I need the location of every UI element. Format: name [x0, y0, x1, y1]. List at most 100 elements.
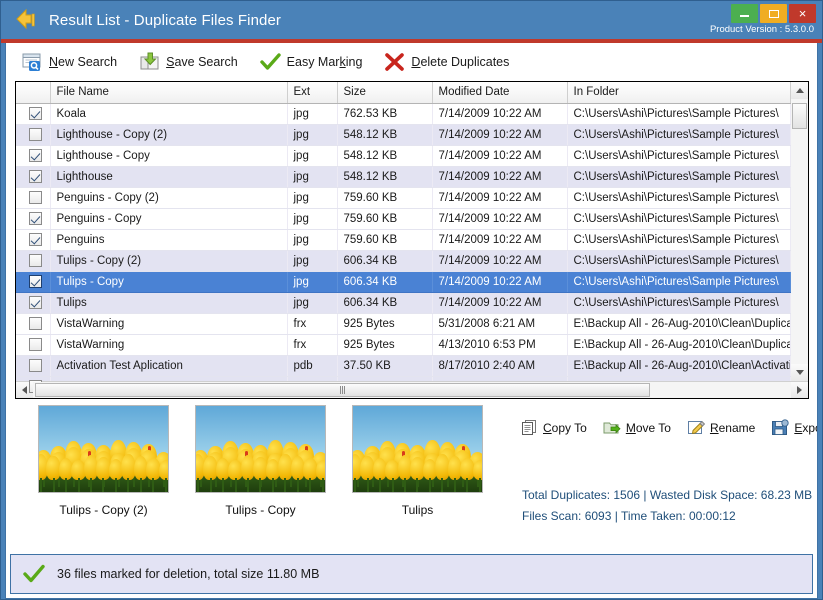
column-header-file-name[interactable]: File Name — [50, 82, 287, 103]
copy-icon — [520, 419, 538, 436]
cell-modified-date: 7/14/2009 10:22 AM — [432, 250, 567, 271]
row-checkbox[interactable] — [29, 212, 42, 225]
row-checkbox[interactable] — [29, 338, 42, 351]
column-header-check[interactable] — [16, 82, 50, 103]
cell-file-name: Penguins - Copy — [50, 208, 287, 229]
cell-file-name: Lighthouse - Copy — [50, 145, 287, 166]
minimize-button[interactable] — [731, 4, 758, 23]
cell-in-folder: C:\Users\Ashi\Pictures\Sample Pictures\ — [567, 145, 790, 166]
copy-to-button[interactable]: Copy To — [520, 419, 587, 436]
row-checkbox-cell[interactable] — [16, 334, 50, 355]
move-to-button[interactable]: Move To — [603, 419, 671, 436]
column-header-size[interactable]: Size — [337, 82, 432, 103]
move-to-label: Move To — [626, 421, 671, 435]
vertical-scroll-thumb[interactable] — [792, 103, 807, 129]
row-checkbox-cell[interactable] — [16, 292, 50, 313]
row-checkbox[interactable] — [29, 275, 42, 288]
cell-in-folder: C:\Users\Ashi\Pictures\Sample Pictures\ — [567, 124, 790, 145]
table-row[interactable]: VistaWarningfrx925 Bytes4/13/2010 6:53 P… — [16, 334, 790, 355]
close-button[interactable]: × — [789, 4, 816, 23]
cell-ext: jpg — [287, 292, 337, 313]
cell-ext: jpg — [287, 250, 337, 271]
vertical-scrollbar[interactable] — [791, 82, 808, 381]
results-table: File Name Ext Size Modified Date In Fold… — [16, 82, 791, 398]
vertical-scroll-track[interactable] — [791, 99, 808, 364]
cell-in-folder: E:\Backup All - 26-Aug-2010\Clean\Duplic… — [567, 313, 790, 334]
table-row[interactable]: Lighthouse - Copyjpg548.12 KB7/14/2009 1… — [16, 145, 790, 166]
thumbnail-image[interactable] — [38, 405, 169, 493]
row-checkbox-cell[interactable] — [16, 187, 50, 208]
scroll-down-button[interactable] — [791, 364, 808, 381]
row-checkbox[interactable] — [29, 128, 42, 141]
table-row[interactable]: Koalajpg762.53 KB7/14/2009 10:22 AMC:\Us… — [16, 103, 790, 124]
column-header-modified-date[interactable]: Modified Date — [432, 82, 567, 103]
table-row[interactable]: Tulips - Copyjpg606.34 KB7/14/2009 10:22… — [16, 271, 790, 292]
row-checkbox-cell[interactable] — [16, 355, 50, 376]
row-checkbox-cell[interactable] — [16, 166, 50, 187]
easy-marking-button[interactable]: Easy Marking — [260, 52, 363, 72]
green-check-icon — [23, 564, 45, 584]
column-header-ext[interactable]: Ext — [287, 82, 337, 103]
table-row[interactable]: Tulips - Copy (2)jpg606.34 KB7/14/2009 1… — [16, 250, 790, 271]
table-row[interactable]: Lighthousejpg548.12 KB7/14/2009 10:22 AM… — [16, 166, 790, 187]
row-checkbox-cell[interactable] — [16, 208, 50, 229]
row-checkbox-cell[interactable] — [16, 103, 50, 124]
thumbnail-item: Tulips - Copy (2) — [25, 405, 182, 550]
maximize-button[interactable] — [760, 4, 787, 23]
table-row[interactable]: Tulipsjpg606.34 KB7/14/2009 10:22 AMC:\U… — [16, 292, 790, 313]
delete-duplicates-button[interactable]: Delete Duplicates — [384, 52, 509, 72]
cell-file-name: Activation Test Aplication — [50, 355, 287, 376]
table-row[interactable]: Penguinsjpg759.60 KB7/14/2009 10:22 AMC:… — [16, 229, 790, 250]
horizontal-scrollbar[interactable] — [16, 381, 808, 398]
column-header-in-folder[interactable]: In Folder — [567, 82, 790, 103]
horizontal-scroll-thumb[interactable] — [35, 383, 650, 397]
row-checkbox-cell[interactable] — [16, 271, 50, 292]
horizontal-scroll-track[interactable] — [33, 382, 791, 398]
row-checkbox[interactable] — [29, 191, 42, 204]
file-actions-toolbar: Copy To Move To — [520, 407, 809, 436]
row-checkbox-cell[interactable] — [16, 250, 50, 271]
thumbnail-image[interactable] — [352, 405, 483, 493]
grid-inner: File Name Ext Size Modified Date In Fold… — [16, 82, 808, 381]
table-row[interactable]: Penguins - Copy (2)jpg759.60 KB7/14/2009… — [16, 187, 790, 208]
cell-in-folder: E:\Backup All - 26-Aug-2010\Clean\Activa… — [567, 355, 790, 376]
export-button[interactable]: Export — [771, 419, 818, 436]
row-checkbox[interactable] — [29, 233, 42, 246]
save-search-button[interactable]: Save Search — [139, 52, 238, 72]
table-row[interactable]: Lighthouse - Copy (2)jpg548.12 KB7/14/20… — [16, 124, 790, 145]
preview-panel: Tulips - Copy (2)Tulips - CopyTulips — [15, 405, 809, 550]
table-row[interactable]: VistaWarningfrx925 Bytes5/31/2008 6:21 A… — [16, 313, 790, 334]
row-checkbox-cell[interactable] — [16, 229, 50, 250]
row-checkbox[interactable] — [29, 149, 42, 162]
cell-in-folder: C:\Users\Ashi\Pictures\Sample Pictures\ — [567, 271, 790, 292]
stats-line-duplicates: Total Duplicates: 1506 | Wasted Disk Spa… — [522, 485, 812, 506]
row-checkbox-cell[interactable] — [16, 124, 50, 145]
row-checkbox-cell[interactable] — [16, 313, 50, 334]
thumbnail-image[interactable] — [195, 405, 326, 493]
table-row[interactable]: Activation Test Aplicationpdb37.50 KB8/1… — [16, 355, 790, 376]
row-checkbox[interactable] — [29, 359, 42, 372]
row-checkbox[interactable] — [29, 317, 42, 330]
row-checkbox[interactable] — [29, 254, 42, 267]
cell-ext: frx — [287, 313, 337, 334]
table-header-row: File Name Ext Size Modified Date In Fold… — [16, 82, 790, 103]
table-row[interactable]: Penguins - Copyjpg759.60 KB7/14/2009 10:… — [16, 208, 790, 229]
cell-ext: jpg — [287, 103, 337, 124]
rename-button[interactable]: Rename — [687, 419, 755, 436]
thumbnail-label: Tulips - Copy (2) — [59, 503, 147, 517]
stats-line-scan: Files Scan: 6093 | Time Taken: 00:00:12 — [522, 506, 812, 527]
scroll-up-button[interactable] — [791, 82, 808, 99]
cell-size: 37.50 KB — [337, 355, 432, 376]
row-checkbox[interactable] — [29, 107, 42, 120]
scroll-right-button[interactable] — [791, 382, 808, 398]
chevron-down-icon — [796, 370, 804, 375]
cell-in-folder: C:\Users\Ashi\Pictures\Sample Pictures\ — [567, 166, 790, 187]
row-checkbox[interactable] — [29, 296, 42, 309]
row-checkbox[interactable] — [29, 170, 42, 183]
new-search-button[interactable]: New Search — [22, 52, 117, 72]
back-arrow-icon[interactable] — [15, 8, 41, 32]
new-search-label: New Search — [49, 55, 117, 69]
row-checkbox-cell[interactable] — [16, 145, 50, 166]
cell-in-folder: C:\Users\Ashi\Pictures\Sample Pictures\ — [567, 208, 790, 229]
cell-modified-date: 7/14/2009 10:22 AM — [432, 229, 567, 250]
